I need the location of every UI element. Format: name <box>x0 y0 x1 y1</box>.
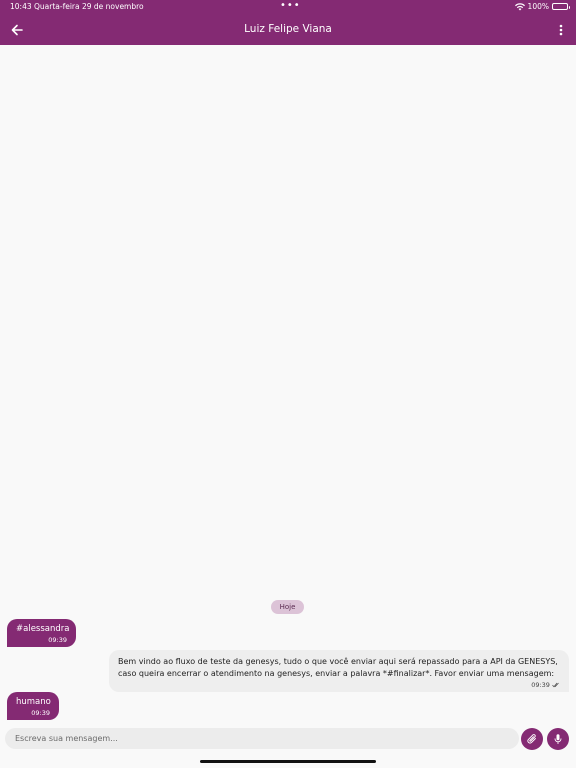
home-indicator <box>200 760 376 763</box>
message-input[interactable] <box>5 728 519 749</box>
battery-percent: 100% <box>527 2 549 11</box>
conversation-title: Luiz Felipe Viana <box>244 23 332 35</box>
status-date: Quarta-feira 29 de novembro <box>34 2 144 11</box>
status-time: 10:43 <box>10 2 32 11</box>
battery-icon <box>552 3 570 10</box>
message-time: 09:39 <box>48 636 67 644</box>
date-separator: Hoje <box>271 600 304 614</box>
message-meta: 09:39 <box>118 681 560 689</box>
message-time: 09:39 <box>531 681 550 689</box>
attach-button[interactable] <box>521 728 543 750</box>
microphone-button[interactable] <box>547 728 569 750</box>
message-bubble-outgoing[interactable]: Bem vindo ao fluxo de teste da genesys, … <box>109 650 569 692</box>
message-bubble-incoming[interactable]: #alessandra 09:39 <box>7 619 76 647</box>
paperclip-icon <box>527 734 536 744</box>
wifi-icon <box>514 2 525 10</box>
message-time: 09:39 <box>31 709 50 717</box>
microphone-icon <box>554 734 562 745</box>
app-header: 10:43 Quarta-feira 29 de novembro ••• 10… <box>0 0 576 45</box>
status-bar: 10:43 Quarta-feira 29 de novembro ••• 10… <box>0 0 576 14</box>
status-right: 100% <box>514 2 570 11</box>
multitasking-dots[interactable]: ••• <box>280 0 301 11</box>
more-options-button[interactable] <box>557 22 565 38</box>
message-bubble-incoming[interactable]: humano 09:39 <box>7 692 59 720</box>
message-text: Bem vindo ao fluxo de teste da genesys, … <box>118 657 558 678</box>
more-vertical-icon <box>559 24 563 36</box>
message-text: #alessandra <box>16 624 70 634</box>
message-text: humano <box>16 697 51 707</box>
double-check-icon <box>552 682 559 688</box>
